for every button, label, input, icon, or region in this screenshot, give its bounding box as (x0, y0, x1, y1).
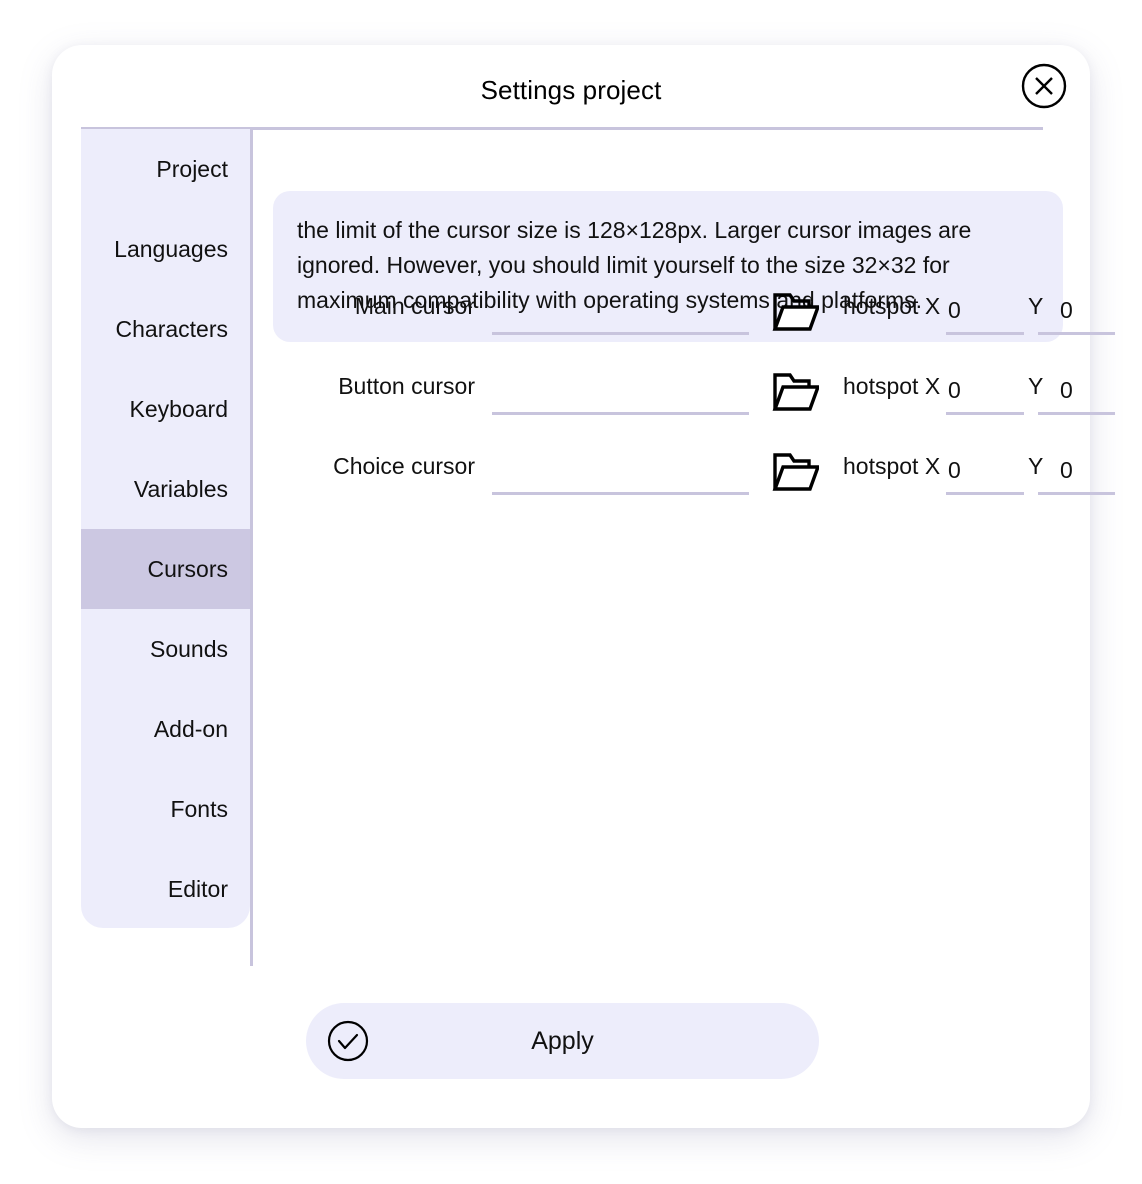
sidebar-item-label: Project (156, 156, 228, 182)
main-cursor-hotspot-y-input[interactable] (1038, 289, 1115, 335)
sidebar-item-project[interactable]: Project (81, 129, 250, 209)
choice-cursor-hotspot-y-input[interactable] (1038, 449, 1115, 495)
sidebar-item-cursors[interactable]: Cursors (81, 529, 250, 609)
choice-cursor-path-input[interactable] (492, 449, 749, 495)
cursor-row-button-cursor: Button cursorhotspot XY (253, 353, 1115, 433)
sidebar-item-label: Characters (115, 316, 228, 342)
folder-open-icon[interactable] (771, 371, 819, 413)
sidebar-item-label: Cursors (147, 556, 228, 582)
sidebar-item-sounds[interactable]: Sounds (81, 609, 250, 689)
cursor-row-main-cursor: Main cursorhotspot XY (253, 273, 1115, 353)
page-title: Settings project (480, 75, 662, 105)
cursor-row-label: Main cursor (354, 293, 475, 319)
sidebar-item-characters[interactable]: Characters (81, 289, 250, 369)
close-icon[interactable] (1020, 62, 1068, 110)
sidebar-item-label: Add-on (153, 716, 228, 742)
choice-cursor-hotspot-x-input[interactable] (946, 449, 1024, 495)
main-cursor-path-input[interactable] (492, 289, 749, 335)
settings-dialog: Settings project Project Languages Charact… (52, 45, 1115, 1128)
folder-open-icon[interactable] (771, 451, 819, 493)
cursor-row-choice-cursor: Choice cursorhotspot XY (253, 433, 1115, 513)
main-cursor-hotspot-x-input[interactable] (946, 289, 1024, 335)
cursor-row-label: Choice cursor (333, 453, 475, 479)
hotspot-x-label: hotspot X (843, 453, 941, 479)
sidebar-item-languages[interactable]: Languages (81, 209, 250, 289)
sidebar-item-label: Languages (114, 236, 228, 262)
sidebar-item-keyboard[interactable]: Keyboard (81, 369, 250, 449)
apply-button[interactable]: Apply (306, 1003, 819, 1079)
sidebar-item-label: Editor (167, 876, 228, 902)
apply-button-label: Apply (531, 1027, 594, 1055)
button-cursor-hotspot-y-input[interactable] (1038, 369, 1115, 415)
sidebar-item-add-on[interactable]: Add-on (81, 689, 250, 769)
cursor-row-label: Button cursor (338, 373, 475, 399)
sidebar-item-label: Sounds (149, 636, 228, 662)
settings-sidebar: Project Languages Characters Keyboard Variab… (81, 129, 250, 928)
settings-content: the limit of the cursor size is 128×128p… (253, 129, 1115, 959)
hotspot-x-label: hotspot X (843, 373, 941, 399)
folder-open-icon[interactable] (771, 291, 819, 333)
sidebar-item-label: Keyboard (129, 396, 228, 422)
dialog-titlebar: Settings project (52, 45, 1090, 128)
sidebar-item-variables[interactable]: Variables (81, 449, 250, 529)
sidebar-item-fonts[interactable]: Fonts (81, 769, 250, 849)
sidebar-item-editor[interactable]: Editor (81, 849, 250, 928)
sidebar-item-label: Variables (133, 476, 228, 502)
button-cursor-hotspot-x-input[interactable] (946, 369, 1024, 415)
sidebar-item-label: Fonts (170, 796, 228, 822)
hotspot-x-label: hotspot X (843, 293, 941, 319)
button-cursor-path-input[interactable] (492, 369, 749, 415)
